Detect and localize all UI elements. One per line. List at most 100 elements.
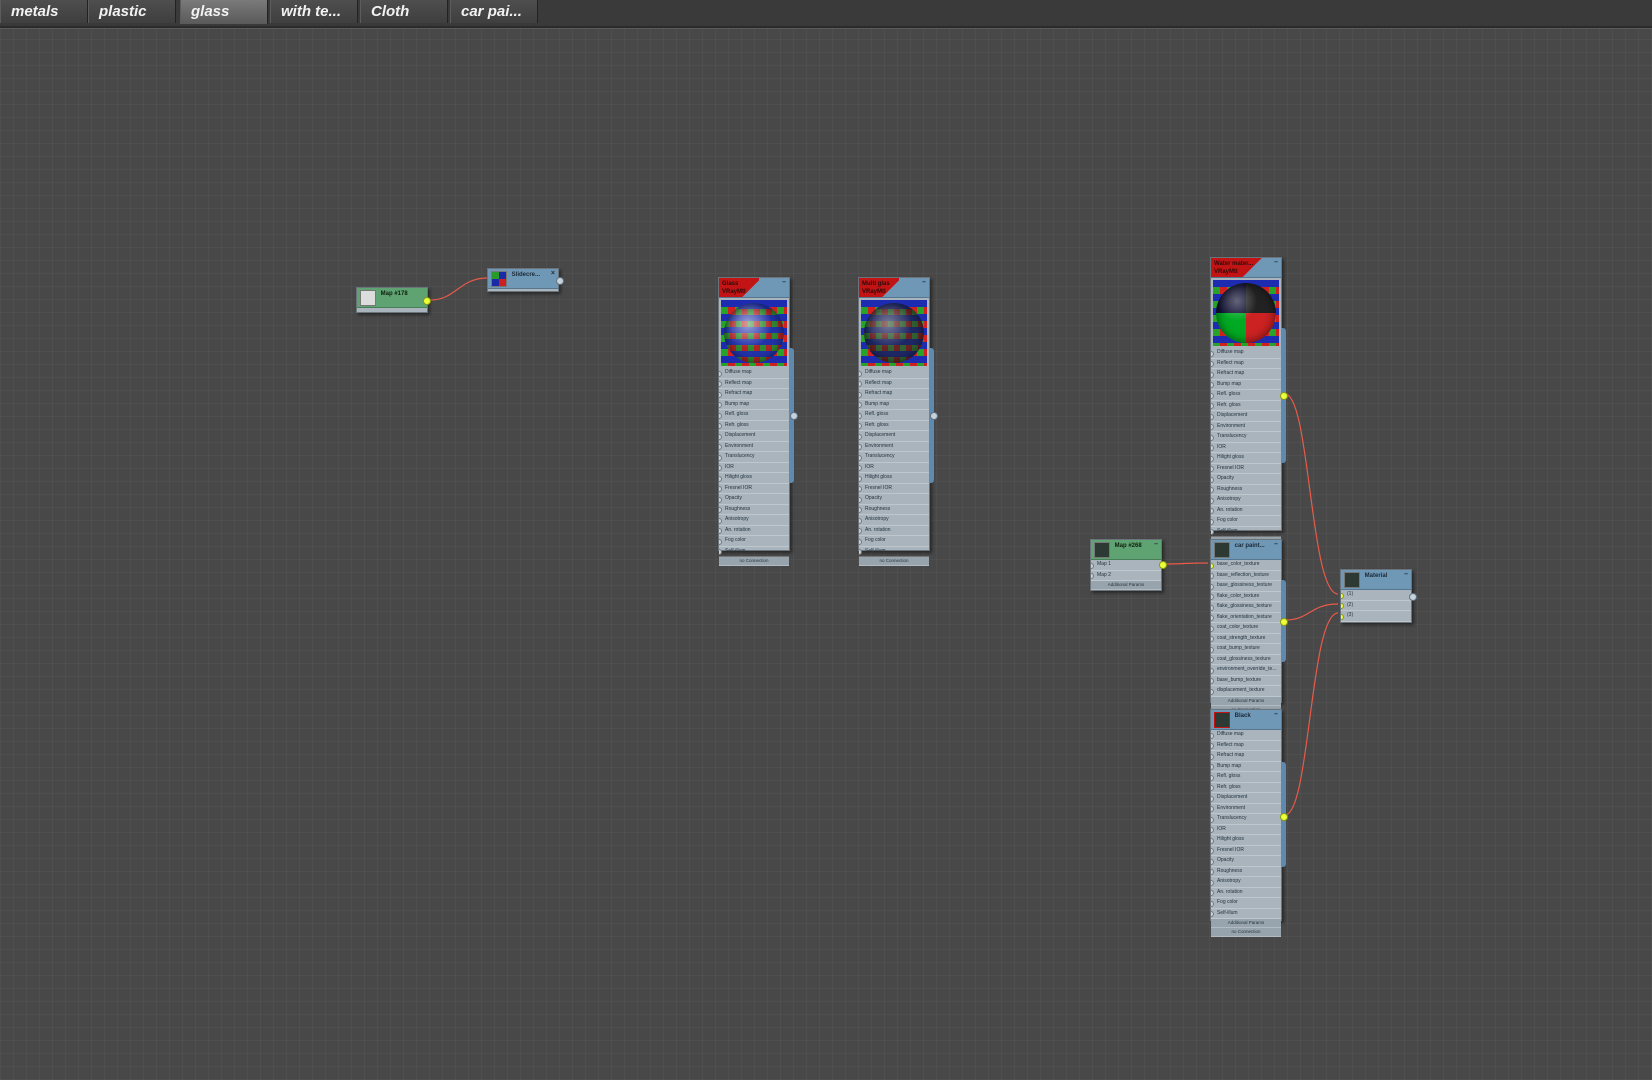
node-slidecar-vraymtl[interactable]: Slidecre... VRayMtl × <box>487 268 564 292</box>
output-socket[interactable] <box>1159 561 1167 569</box>
input-slot[interactable]: Fog color <box>1211 898 1281 909</box>
input-slot[interactable]: Fog color <box>859 536 929 547</box>
input-slot[interactable]: Refl. gloss <box>1211 772 1281 783</box>
input-slot[interactable]: Self-illum <box>719 547 789 557</box>
node-multiglass-vraymtl[interactable]: Multi glas VRayMtl – Diffuse map Reflect… <box>858 277 938 566</box>
input-slot[interactable]: Anisotropy <box>719 515 789 526</box>
input-slot[interactable]: Refl. gloss <box>719 410 789 421</box>
input-slot[interactable]: flake_color_texture <box>1211 592 1281 602</box>
tab-cloth[interactable]: Cloth <box>360 0 448 23</box>
node-header[interactable]: Map #178 Bitmap <box>357 288 427 308</box>
input-slot[interactable]: Opacity <box>1211 856 1281 867</box>
node-header[interactable]: Glass VRayMtl – <box>719 278 789 298</box>
output-socket[interactable] <box>1280 813 1288 821</box>
input-slot[interactable]: IOR <box>1211 825 1281 835</box>
input-slot[interactable]: Bump map <box>719 400 789 410</box>
node-map268-falloff[interactable]: Map #268 Falloff – Map 1 Map 2 Additiona… <box>1090 539 1167 591</box>
minimize-icon[interactable]: – <box>922 279 926 287</box>
input-slot[interactable]: Diffuse map <box>1211 730 1281 741</box>
minimize-icon[interactable]: – <box>1274 711 1278 719</box>
additional-params-footer[interactable]: Additional Params <box>1211 696 1281 706</box>
input-slot[interactable]: Opacity <box>719 494 789 505</box>
input-slot[interactable]: Fresnel IOR <box>719 484 789 494</box>
input-slot[interactable]: (1) <box>1341 590 1411 601</box>
input-slot[interactable]: Self-illum <box>1211 909 1281 919</box>
output-socket[interactable] <box>930 412 938 420</box>
input-slot[interactable]: Displacement <box>1211 411 1281 422</box>
input-slot[interactable]: coat_color_texture <box>1211 623 1281 634</box>
tab-car-paint[interactable]: car pai... <box>450 0 538 23</box>
input-slot[interactable]: Reflect map <box>1211 359 1281 369</box>
no-connection-footer[interactable]: no Connection <box>859 557 929 566</box>
input-slot[interactable]: Translucency <box>1211 814 1281 825</box>
input-slot[interactable]: Refract map <box>1211 369 1281 380</box>
input-slot[interactable]: Refr. gloss <box>1211 401 1281 411</box>
node-map178-bitmap[interactable]: Map #178 Bitmap <box>356 287 431 313</box>
input-slot[interactable]: An. rotation <box>859 526 929 536</box>
input-slot[interactable]: IOR <box>719 463 789 473</box>
minimize-icon[interactable]: – <box>782 279 786 287</box>
input-slot[interactable]: Refr. gloss <box>1211 783 1281 793</box>
input-slot[interactable]: Roughness <box>859 505 929 515</box>
node-material-multisub[interactable]: Material #... Multi/Sub ... – (1) (2) (3… <box>1340 569 1417 623</box>
node-header[interactable]: car paint... VRayCarP... – <box>1211 540 1281 560</box>
input-slot[interactable]: base_glossiness_texture <box>1211 581 1281 592</box>
input-slot[interactable]: Self-illum <box>859 547 929 557</box>
tab-glass[interactable]: glass <box>180 0 268 24</box>
input-slot[interactable]: base_reflection_texture <box>1211 571 1281 581</box>
node-header[interactable]: Water mater... VRayMtl – <box>1211 258 1281 278</box>
close-icon[interactable]: × <box>551 270 555 278</box>
input-slot[interactable]: Bump map <box>859 400 929 410</box>
input-slot[interactable]: Hilight gloss <box>719 473 789 484</box>
input-slot[interactable]: Map 1 <box>1091 560 1161 571</box>
minimize-icon[interactable]: – <box>1154 541 1158 549</box>
output-socket[interactable] <box>423 297 431 305</box>
node-header[interactable]: Map #268 Falloff – <box>1091 540 1161 560</box>
input-slot[interactable]: Translucency <box>1211 432 1281 443</box>
no-connection-footer[interactable]: no Connection <box>1211 928 1281 937</box>
input-slot[interactable]: Environment <box>719 442 789 452</box>
input-slot[interactable]: Refr. gloss <box>719 421 789 431</box>
input-slot[interactable]: Anisotropy <box>859 515 929 526</box>
input-slot[interactable]: coat_bump_texture <box>1211 644 1281 655</box>
input-slot[interactable]: Translucency <box>719 452 789 463</box>
tab-metals[interactable]: metals <box>0 0 88 23</box>
input-slot[interactable]: Self-illum <box>1211 527 1281 537</box>
input-slot[interactable]: Map 2 <box>1091 571 1161 581</box>
minimize-icon[interactable]: – <box>1404 571 1408 579</box>
input-slot[interactable]: Bump map <box>1211 380 1281 390</box>
input-slot[interactable]: environment_override_te... <box>1211 665 1281 676</box>
input-slot[interactable]: Roughness <box>719 505 789 515</box>
input-slot[interactable]: Diffuse map <box>1211 348 1281 359</box>
input-slot[interactable]: (2) <box>1341 601 1411 611</box>
no-connection-footer[interactable]: no Connection <box>719 557 789 566</box>
input-slot[interactable]: Displacement <box>719 431 789 442</box>
input-slot[interactable]: Fresnel IOR <box>1211 846 1281 856</box>
output-socket[interactable] <box>1280 618 1288 626</box>
input-slot[interactable]: Anisotropy <box>1211 495 1281 506</box>
node-glass-vraymtl[interactable]: Glass VRayMtl – Diffuse map Reflect map … <box>718 277 798 566</box>
node-header[interactable]: Slidecre... VRayMtl × <box>488 269 558 289</box>
input-slot[interactable]: IOR <box>1211 443 1281 453</box>
minimize-icon[interactable]: – <box>1274 259 1278 267</box>
input-slot[interactable]: (3) <box>1341 611 1411 622</box>
tab-with-textures[interactable]: with te... <box>270 0 358 23</box>
input-slot[interactable]: Displacement <box>1211 793 1281 804</box>
output-socket[interactable] <box>1409 593 1417 601</box>
input-slot[interactable]: Fresnel IOR <box>1211 464 1281 474</box>
input-slot[interactable]: Opacity <box>1211 474 1281 485</box>
input-slot[interactable]: Hilight gloss <box>859 473 929 484</box>
input-slot[interactable]: Refract map <box>859 389 929 400</box>
input-slot[interactable]: displacement_texture <box>1211 686 1281 697</box>
input-slot[interactable]: Opacity <box>859 494 929 505</box>
input-slot[interactable]: Roughness <box>1211 485 1281 495</box>
input-slot[interactable]: Environment <box>859 442 929 452</box>
input-slot[interactable]: Translucency <box>859 452 929 463</box>
node-carpaint-vraycarpaint[interactable]: car paint... VRayCarP... – base_color_te… <box>1210 539 1288 715</box>
input-slot[interactable]: Fog color <box>719 536 789 547</box>
input-slot[interactable]: Environment <box>1211 422 1281 432</box>
input-slot[interactable]: IOR <box>859 463 929 473</box>
output-socket[interactable] <box>790 412 798 420</box>
input-slot[interactable]: Displacement <box>859 431 929 442</box>
node-black-vraymtl[interactable]: Black mat... VRayMtl – Diffuse map Refle… <box>1210 709 1288 937</box>
